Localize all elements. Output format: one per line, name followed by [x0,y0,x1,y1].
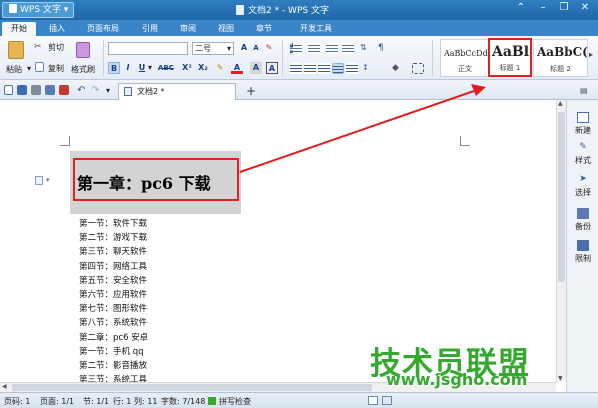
scroll-thumb[interactable] [558,112,565,282]
sidebar-item-styles[interactable]: ✎ 样式 [567,142,598,166]
task-pane-bar: 新建 ✎ 样式 ➤ 选择 备份 限制 [566,100,598,392]
scroll-thumb[interactable] [12,384,372,391]
lock-icon [577,240,589,251]
spellcheck-icon [208,397,216,405]
sidebar-item-select[interactable]: ➤ 选择 [567,174,598,198]
status-section: 节: 1/1 [83,397,110,406]
scroll-up-icon[interactable]: ▲ [558,100,563,107]
sidebar-item-new[interactable]: 新建 [567,112,598,136]
status-pages: 页面: 1/1 [40,397,75,406]
spellcheck-button[interactable]: 拼写检查 [219,396,251,407]
view-mode-icon[interactable] [382,396,392,405]
watermark-url: www.jsgho.com [386,370,528,389]
scroll-left-icon[interactable]: ◀ [2,383,7,390]
status-col: 列: 11 [134,397,158,406]
sidebar-item-restrict[interactable]: 限制 [567,240,598,264]
cursor-icon: ➤ [579,174,587,184]
scroll-down-icon[interactable]: ▼ [558,375,563,382]
status-bar: 页码: 1 页面: 1/1 节: 1/1 行: 1 列: 11 字数: 7/14… [0,392,598,408]
new-doc-icon [577,112,589,123]
vertical-scrollbar[interactable]: ▲ ▼ [556,100,566,382]
style-brush-icon: ✎ [579,142,587,152]
status-words[interactable]: 字数: 7/148 [161,396,205,407]
sidebar-item-backup[interactable]: 备份 [567,208,598,232]
status-page: 页码: 1 [4,397,31,406]
backup-icon [577,208,589,219]
view-mode-icon[interactable] [368,396,378,405]
status-row: 行: 1 [113,397,132,406]
